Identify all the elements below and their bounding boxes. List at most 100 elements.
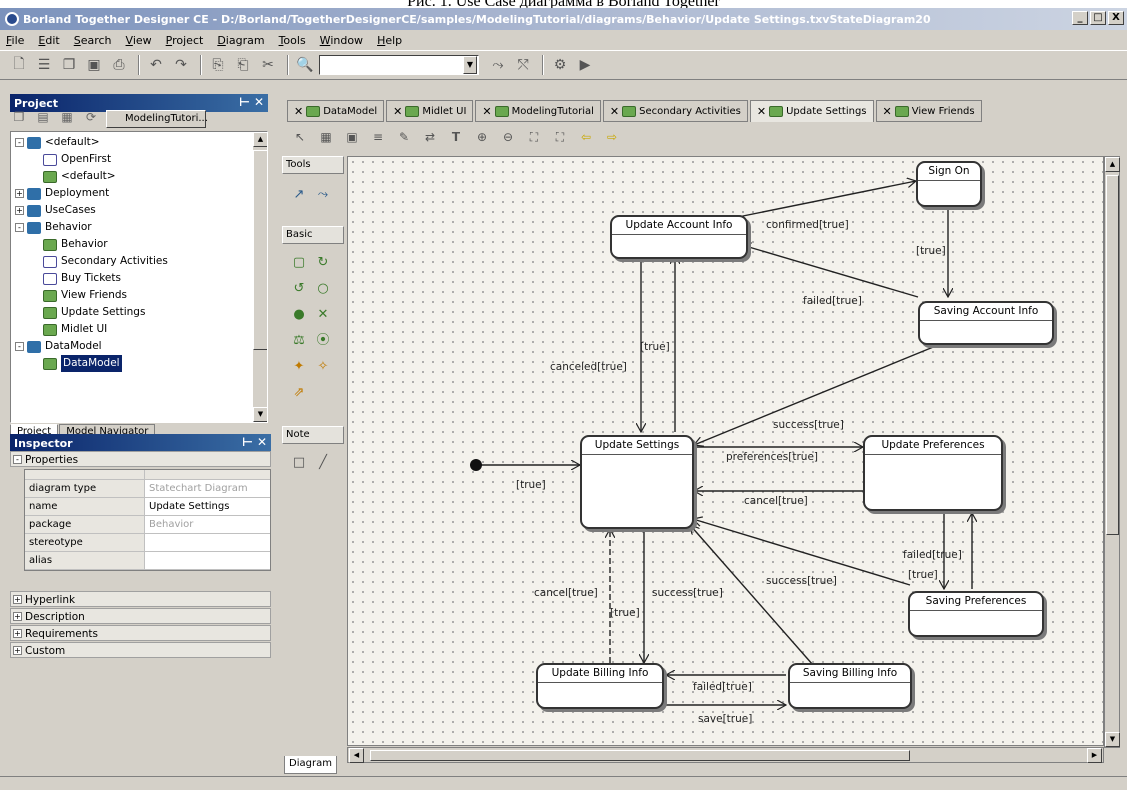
find-icon[interactable]: 🔍	[294, 54, 316, 76]
note-header[interactable]: Note	[282, 426, 344, 444]
menu-tools[interactable]: Tools	[279, 34, 306, 47]
close-tab-icon[interactable]: ✕	[393, 105, 402, 118]
note-tool-icon[interactable]: □	[290, 454, 308, 472]
transition-confirmed[interactable]	[737, 181, 916, 218]
state-saving-preferences[interactable]: Saving Preferences	[908, 591, 1044, 637]
property-row[interactable]: stereotype	[25, 534, 270, 552]
scroll-thumb[interactable]	[253, 150, 267, 350]
property-value[interactable]	[145, 552, 270, 569]
decision-icon[interactable]: ✦	[290, 358, 308, 376]
diagram-tab[interactable]: ✕ Update Settings	[749, 100, 874, 122]
close-button[interactable]: X	[1108, 11, 1124, 25]
settings-icon[interactable]: ⚙	[549, 54, 571, 76]
scroll-up-icon[interactable]: ▲	[1105, 157, 1120, 172]
pin-icon[interactable]: ⊢	[239, 95, 250, 109]
menu-diagram[interactable]: Diagram	[217, 34, 264, 47]
transition-tool-icon[interactable]: ↻	[314, 254, 332, 272]
scroll-down-icon[interactable]: ▼	[253, 407, 267, 422]
grid-icon[interactable]: ▣	[342, 127, 362, 147]
properties-section[interactable]: - Properties	[10, 451, 271, 467]
final-state-icon[interactable]: ✕	[314, 306, 332, 324]
maximize-button[interactable]: □	[1090, 11, 1106, 25]
find-next-icon[interactable]: ⤳	[487, 54, 509, 76]
menu-view[interactable]: View	[126, 34, 152, 47]
property-value[interactable]	[145, 534, 270, 551]
state-saving-account-info[interactable]: Saving Account Info	[918, 301, 1054, 345]
scroll-down-icon[interactable]: ▼	[1105, 732, 1120, 747]
align-icon[interactable]: ≡	[368, 127, 388, 147]
tree-item[interactable]: - DataModel	[15, 338, 102, 355]
diagram-tab[interactable]: ✕ Midlet UI	[386, 100, 474, 122]
tree-item[interactable]: Midlet UI	[43, 321, 107, 338]
tools-header[interactable]: Tools	[282, 156, 344, 174]
merge-icon[interactable]: ✧	[314, 358, 332, 376]
diagram-tab[interactable]: ✕ Secondary Activities	[602, 100, 748, 122]
description-section[interactable]: + Description	[10, 608, 271, 624]
back-icon[interactable]: ⇦	[576, 127, 596, 147]
tab-diagram[interactable]: Diagram	[284, 756, 337, 774]
close-tab-icon[interactable]: ✕	[757, 105, 766, 118]
collapse-icon[interactable]: -	[13, 455, 22, 464]
tree-item[interactable]: <default>	[43, 168, 116, 185]
tree-item[interactable]: - <default>	[15, 134, 100, 151]
text-size-icon[interactable]: 𝗧	[446, 127, 466, 147]
property-row[interactable]: alias	[25, 552, 270, 570]
state-tool-icon[interactable]: ▢	[290, 254, 308, 272]
composite-state-icon[interactable]: ↺	[290, 280, 308, 298]
state-update-preferences[interactable]: Update Preferences	[863, 435, 1003, 511]
fit-icon[interactable]: ⛶	[524, 127, 544, 147]
menu-project[interactable]: Project	[166, 34, 204, 47]
save-icon[interactable]: ▣	[83, 54, 105, 76]
redo-icon[interactable]: ↷	[170, 54, 192, 76]
project-combo[interactable]: ModelingTutori...	[106, 110, 208, 128]
tree-item[interactable]: + UseCases	[15, 202, 96, 219]
history-icon[interactable]: ○	[314, 280, 332, 298]
tree-item[interactable]: - Behavior	[15, 219, 92, 236]
tree-item[interactable]: Behavior	[43, 236, 108, 253]
collapse-icon[interactable]: -	[15, 223, 24, 232]
property-row[interactable]: diagram type Statechart Diagram	[25, 480, 270, 498]
menu-edit[interactable]: Edit	[38, 34, 59, 47]
close-tab-icon[interactable]: ✕	[610, 105, 619, 118]
print-icon[interactable]: ⎙	[108, 54, 130, 76]
layout-icon[interactable]: ▦	[316, 127, 336, 147]
select-icon[interactable]: ↖	[290, 127, 310, 147]
search-combo-dropdown[interactable]: ▼	[463, 56, 477, 74]
basic-header[interactable]: Basic	[282, 226, 344, 244]
property-value[interactable]: Update Settings	[145, 498, 270, 515]
initial-state-icon[interactable]: ●	[290, 306, 308, 324]
close-icon[interactable]: ✕	[254, 95, 264, 109]
find-prev-icon[interactable]: ⤲	[512, 54, 534, 76]
property-value[interactable]: Behavior	[145, 516, 270, 533]
cut-icon[interactable]: ✂	[257, 54, 279, 76]
refresh-icon[interactable]: ⟳	[82, 110, 100, 128]
state-update-billing-info[interactable]: Update Billing Info	[536, 663, 664, 709]
pin-icon[interactable]: ⊢	[242, 435, 253, 449]
state-sign-on[interactable]: Sign On	[916, 161, 982, 207]
diagram-tab[interactable]: ✕ ModelingTutorial	[475, 100, 601, 122]
scroll-left-icon[interactable]: ◀	[349, 748, 364, 763]
format-icon[interactable]: ✎	[394, 127, 414, 147]
tree-item[interactable]: Update Settings	[43, 304, 145, 321]
scroll-thumb[interactable]	[370, 750, 910, 761]
diagram-tab[interactable]: ✕ View Friends	[875, 100, 982, 122]
state-update-settings[interactable]: Update Settings	[580, 435, 694, 529]
tree-item[interactable]: DataModel	[43, 355, 122, 372]
menu-help[interactable]: Help	[377, 34, 402, 47]
expand-icon[interactable]: +	[13, 595, 22, 604]
search-combo[interactable]	[319, 55, 479, 75]
property-row[interactable]: package Behavior	[25, 516, 270, 534]
paste-icon[interactable]: ⎗	[232, 54, 254, 76]
collapse-icon[interactable]: -	[15, 342, 24, 351]
new-item-icon[interactable]: ❐	[10, 110, 28, 128]
tree-item[interactable]: View Friends	[43, 287, 127, 304]
collapse-icon[interactable]: -	[15, 138, 24, 147]
close-icon[interactable]: ✕	[257, 435, 267, 449]
tree-item[interactable]: Buy Tickets	[43, 270, 121, 287]
zoom-out-icon[interactable]: ⊖	[498, 127, 518, 147]
pointer-tool-icon[interactable]: ↗	[290, 186, 308, 204]
state-saving-billing-info[interactable]: Saving Billing Info	[788, 663, 912, 709]
close-tab-icon[interactable]: ✕	[482, 105, 491, 118]
tree-item[interactable]: Secondary Activities	[43, 253, 168, 270]
open-project-icon[interactable]: ☰	[33, 54, 55, 76]
